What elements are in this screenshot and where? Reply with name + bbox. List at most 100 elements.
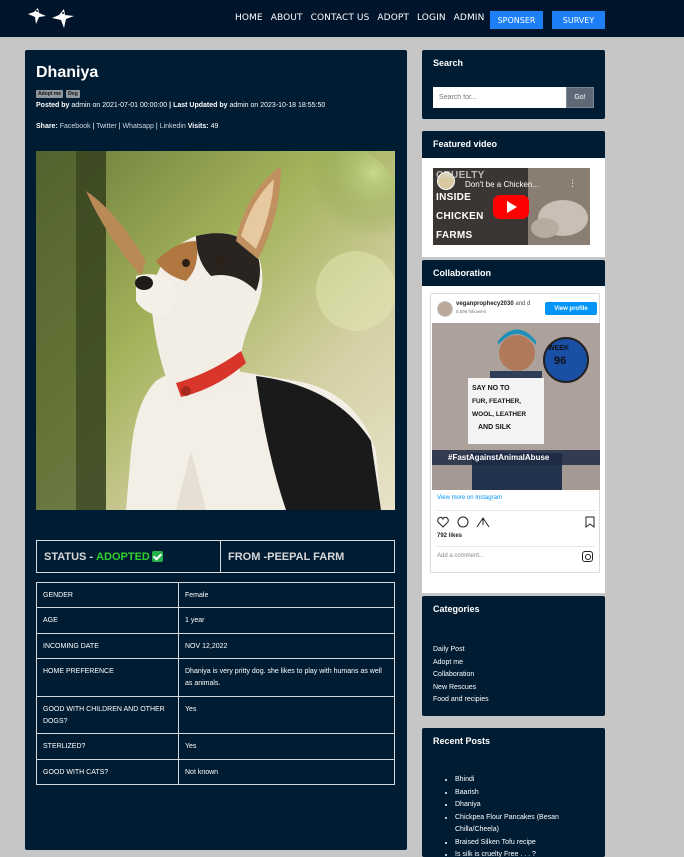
insta-week-label: WEEK	[548, 345, 569, 352]
share-icon[interactable]	[476, 517, 490, 528]
recent-post-link[interactable]: Chickpea Flour Pancakes (Besan Chilla/Ch…	[455, 812, 590, 837]
detail-value: NOV 12,2022	[178, 633, 395, 659]
categories-list: Daily Post Adopt me Collaboration New Re…	[433, 644, 489, 707]
on-label-2: on	[250, 102, 259, 109]
detail-value: Dhaniya is very pritty dog. she likes to…	[178, 658, 395, 697]
recent-post-link[interactable]: Dhaniya	[455, 799, 590, 812]
posted-date: 2021-07-01 00:00:00	[102, 102, 168, 109]
table-row: STERLIZED? Yes	[36, 733, 395, 760]
status-box: STATUS - ADOPTED FROM - PEEPAL FARM	[36, 540, 395, 573]
category-daily-post[interactable]: Daily Post	[433, 644, 489, 657]
share-linkedin-link[interactable]: Linkedin	[160, 123, 186, 130]
collaboration-widget: Collaboration veganprophecy2030 and d 8,…	[422, 260, 605, 593]
category-adopt-me[interactable]: Adopt me	[433, 657, 489, 670]
search-go-button[interactable]: Go!	[566, 87, 594, 108]
detail-key: GENDER	[36, 582, 179, 608]
recent-post-link[interactable]: Baarish	[455, 787, 590, 800]
birds-logo-icon[interactable]	[26, 4, 78, 32]
view-more-instagram-link[interactable]: View more on Instagram	[437, 495, 502, 501]
insta-action-icons	[437, 516, 595, 528]
heart-icon[interactable]	[437, 516, 449, 528]
detail-key: HOME PREFERENCE	[36, 658, 179, 697]
nav-about[interactable]: ABOUT	[271, 13, 303, 23]
detail-key: GOOD WITH CHILDREN AND OTHER DOGS?	[36, 696, 179, 734]
status-value: ADOPTED	[96, 550, 150, 563]
category-food-and-recipies[interactable]: Food and recipies	[433, 694, 489, 707]
comment-icon[interactable]	[457, 516, 469, 528]
more-options-icon[interactable]: ⋮	[568, 178, 577, 189]
categories-title: Categories	[433, 604, 480, 614]
video-overlay-line: INSIDE	[436, 192, 472, 203]
from-value: PEEPAL FARM	[267, 550, 345, 563]
badge-dog[interactable]: Dog	[66, 90, 80, 98]
share-line: Share: Facebook | Twitter | Whatsapp | L…	[36, 123, 219, 130]
featured-video-widget: Featured video Don't be a Chicken... ⋮ C…	[422, 131, 605, 257]
badge-adopt-me[interactable]: Adopt me	[36, 90, 64, 98]
detail-key: GOOD WITH CATS?	[36, 759, 179, 785]
search-input[interactable]	[433, 87, 566, 108]
bookmark-icon[interactable]	[585, 516, 595, 528]
video-overlay-line: FARMS	[436, 230, 473, 241]
add-comment-field[interactable]: Add a comment...	[437, 553, 484, 559]
insta-sign-line: SAY NO TO	[472, 385, 510, 392]
insta-sign-line: AND SILK	[478, 424, 512, 431]
recent-post-link[interactable]: Is silk is cruelty Free . . . ?	[455, 849, 590, 857]
detail-value: Female	[178, 582, 395, 608]
navbar: HOME ABOUT CONTACT US ADOPT LOGIN ADMIN …	[0, 0, 684, 37]
checkmark-icon	[151, 551, 163, 562]
recent-post-link[interactable]: Braised Silken Tofu recipe	[455, 837, 590, 850]
video-overlay-line: CRUELTY	[436, 170, 485, 181]
post-meta: Posted by admin on 2021-07-01 00:00:00 |…	[36, 102, 326, 109]
search-title: Search	[433, 58, 464, 68]
insta-sign-line: FUR, FEATHER,	[472, 398, 521, 405]
post-title: Dhaniya	[36, 64, 99, 81]
nav-contact-us[interactable]: CONTACT US	[311, 13, 370, 23]
from-label: FROM -	[228, 550, 268, 563]
survey-button[interactable]: SURVEY	[552, 11, 605, 29]
recent-title: Recent Posts	[433, 736, 491, 746]
insta-post-photo[interactable]: WEEK 96 SAY NO TO FUR, FEATHER, WOOL, LE…	[432, 323, 600, 490]
nav-links: HOME ABOUT CONTACT US ADOPT LOGIN ADMIN	[235, 13, 492, 23]
table-row: GOOD WITH CATS? Not known	[36, 759, 395, 785]
nav-adopt[interactable]: ADOPT	[377, 13, 409, 23]
sponser-button[interactable]: SPONSER	[490, 11, 543, 29]
insta-username[interactable]: veganprophecy2030 and d	[456, 301, 530, 307]
insta-likes: 792 likes	[437, 533, 463, 539]
insta-avatar[interactable]	[437, 301, 453, 317]
visits-count: 49	[210, 123, 219, 130]
category-collaboration[interactable]: Collaboration	[433, 669, 489, 682]
share-facebook-link[interactable]: Facebook	[60, 123, 91, 130]
collab-title: Collaboration	[433, 268, 491, 278]
recent-posts-list: Bhindi Baarish Dhaniya Chickpea Flour Pa…	[443, 774, 590, 857]
detail-value: Not known	[178, 759, 395, 785]
view-profile-button[interactable]: View profile	[545, 302, 597, 315]
nav-login[interactable]: LOGIN	[417, 13, 446, 23]
detail-value: Yes	[178, 733, 395, 760]
last-updated-label: Last Updated by	[173, 102, 228, 109]
recent-post-link[interactable]: Bhindi	[455, 774, 590, 787]
insta-week-number: 96	[554, 355, 567, 367]
play-icon[interactable]	[493, 195, 529, 219]
divider	[437, 510, 595, 511]
instagram-icon[interactable]	[582, 551, 593, 562]
search-widget: Search Go!	[422, 50, 605, 119]
post-card: Dhaniya Adopt me Dog Posted by admin on …	[25, 50, 407, 850]
nav-admin[interactable]: ADMIN	[454, 13, 485, 23]
table-row: GOOD WITH CHILDREN AND OTHER DOGS? Yes	[36, 696, 395, 734]
detail-value: Yes	[178, 696, 395, 734]
posted-by-user: admin	[71, 102, 91, 109]
insta-sign-line: WOOL, LEATHER	[472, 411, 527, 418]
detail-key: AGE	[36, 607, 179, 634]
status-label: STATUS -	[44, 550, 94, 563]
status-cell: STATUS - ADOPTED	[37, 541, 221, 572]
share-twitter-link[interactable]: Twitter	[96, 123, 117, 130]
youtube-embed[interactable]: Don't be a Chicken... ⋮ CRUELTY INSIDE C…	[433, 168, 590, 245]
share-whatsapp-link[interactable]: Whatsapp	[122, 123, 154, 130]
insta-followers: 8,596 followers	[456, 309, 487, 314]
detail-key: INCOMING DATE	[36, 633, 179, 659]
table-row: INCOMING DATE NOV 12,2022	[36, 633, 395, 659]
nav-home[interactable]: HOME	[235, 13, 263, 23]
share-label: Share:	[36, 123, 58, 130]
posted-by-label: Posted by	[36, 102, 70, 109]
category-new-rescues[interactable]: New Rescues	[433, 682, 489, 695]
